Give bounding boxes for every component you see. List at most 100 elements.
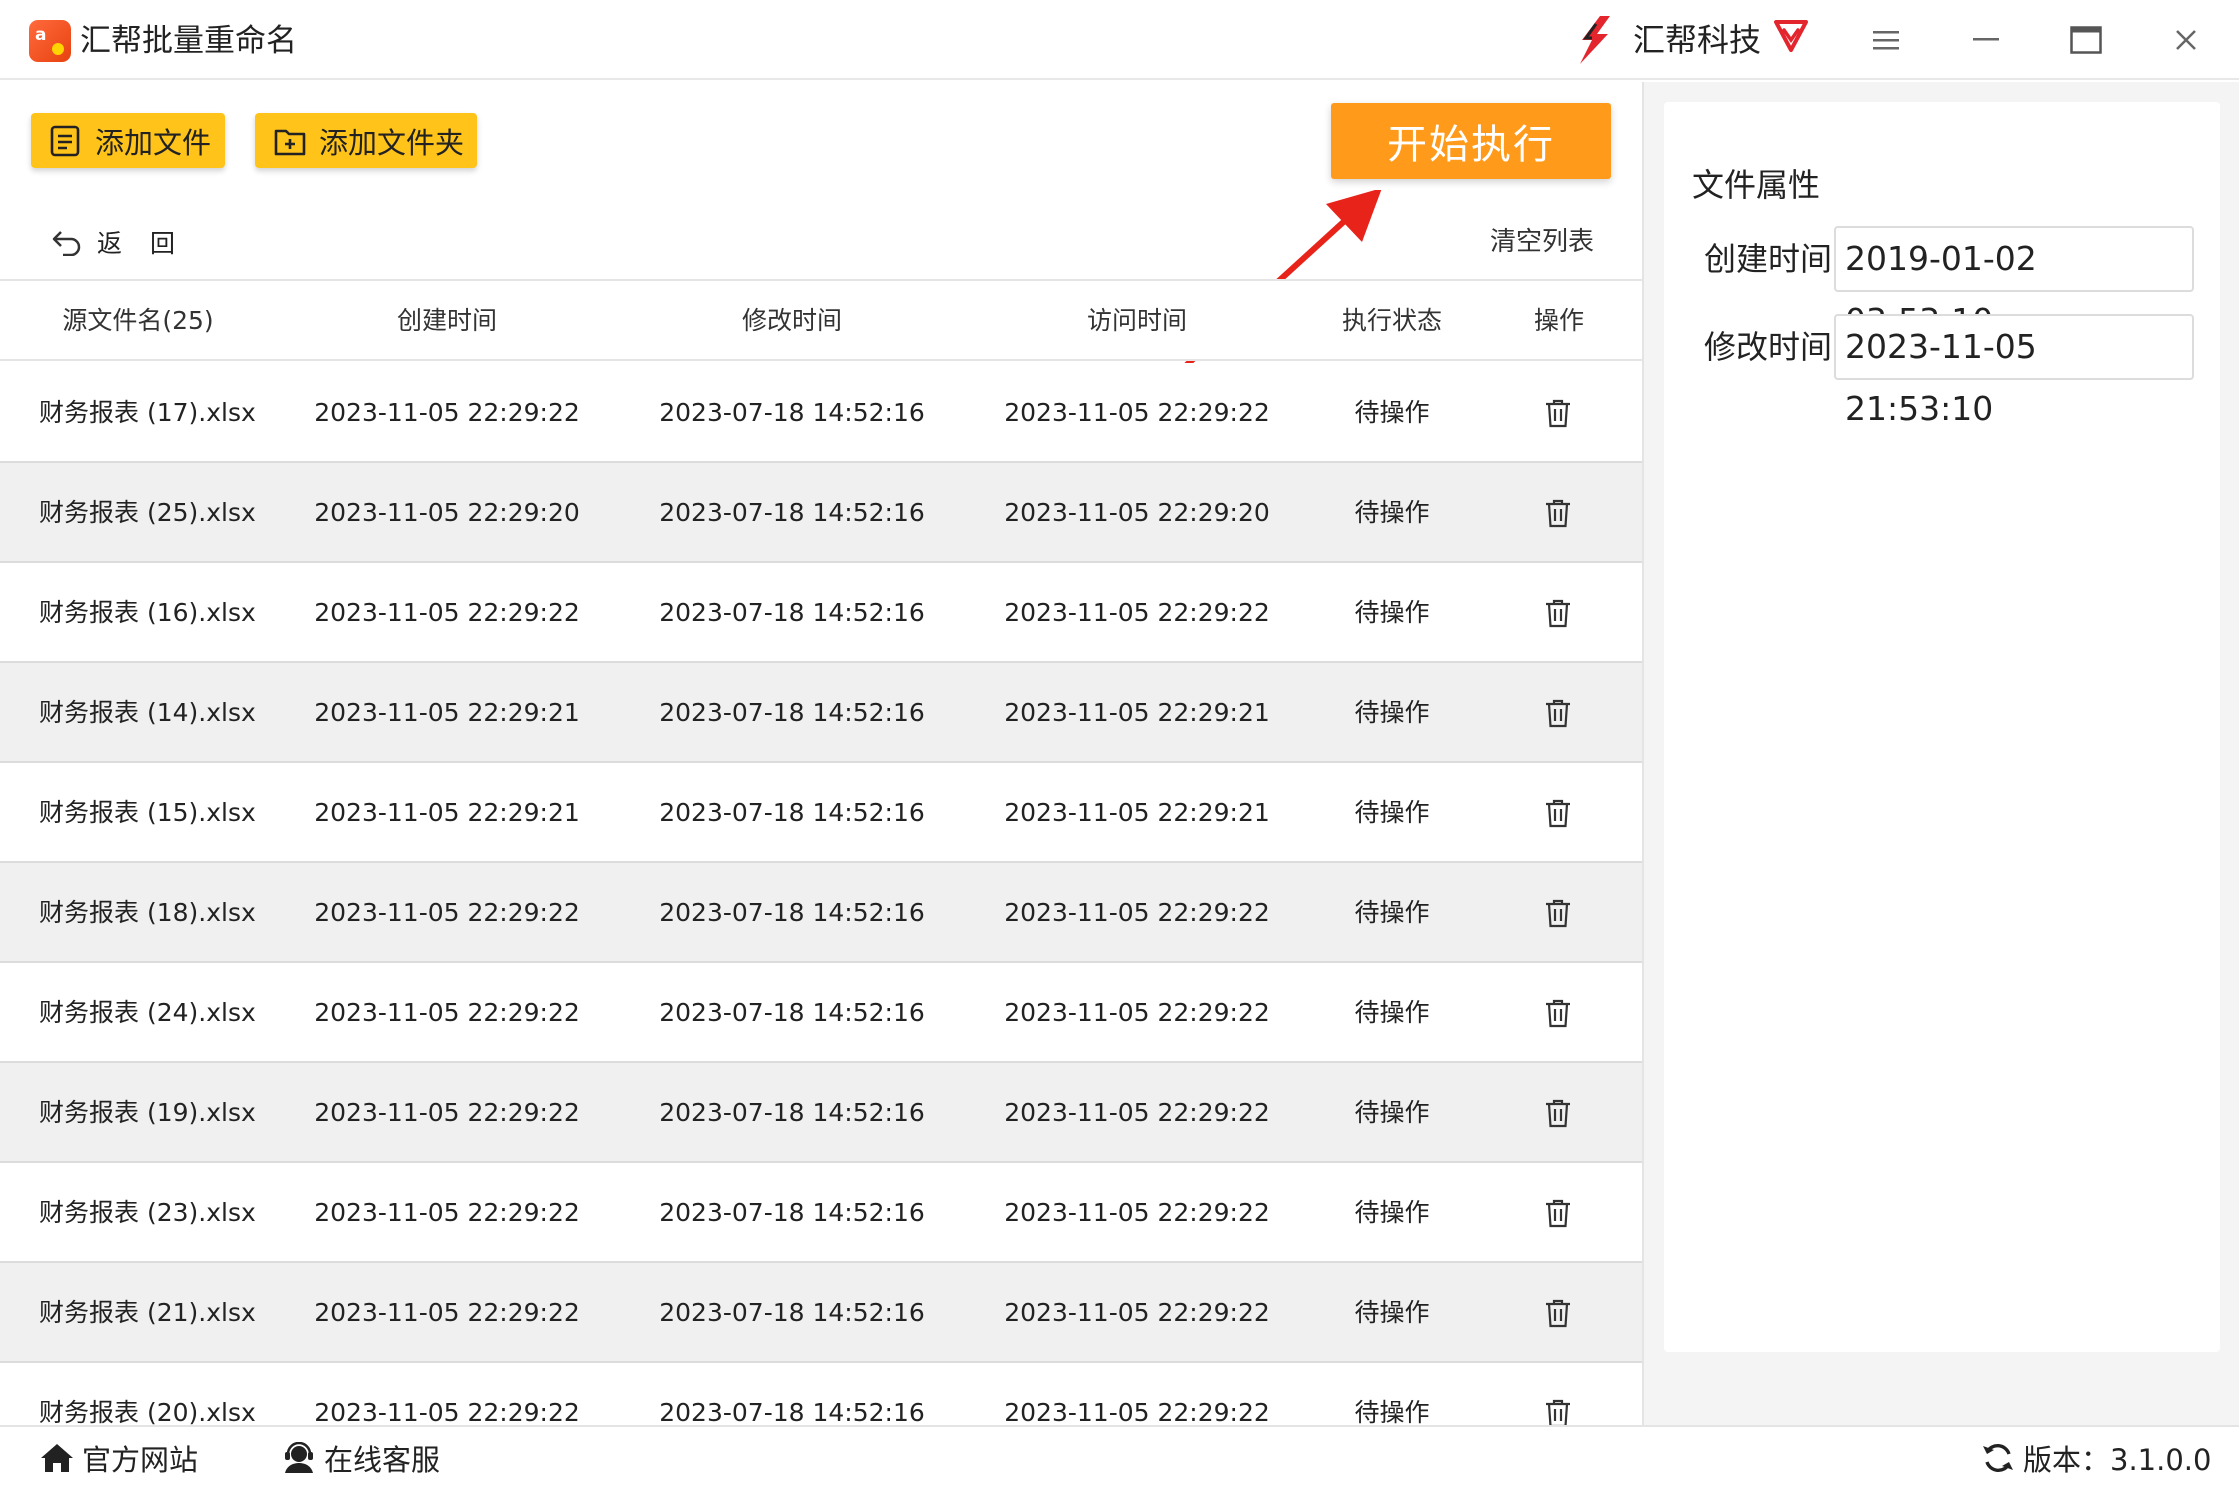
file-table: 源文件名(25) 创建时间 修改时间 访问时间 执行状态 操作 财务报表 (17… [0,279,1642,1425]
maximize-button[interactable] [2064,18,2108,62]
undo-arrow-icon [52,231,81,256]
brand-name: 汇帮科技 [1633,21,1762,59]
cell-filename: 财务报表 (21).xlsx [39,1298,256,1327]
refresh-icon [1983,1444,2013,1472]
created-time-field[interactable]: 2019-01-02 03:53:10 [1834,226,2194,340]
table-row[interactable]: 财务报表 (19).xlsx 2023-11-05 22:29:22 2023-… [0,1063,1642,1163]
trash-icon[interactable] [1544,998,1572,1028]
trash-icon[interactable] [1544,498,1572,528]
cell-status: 待操作 [1354,798,1430,827]
add-folder-label: 添加文件夹 [319,125,465,160]
add-folder-button[interactable]: 添加文件夹 [255,113,477,168]
table-row[interactable]: 财务报表 (20).xlsx 2023-11-05 22:29:22 2023-… [0,1363,1642,1425]
cell-filename: 财务报表 (17).xlsx [39,398,256,427]
cell-filename: 财务报表 (20).xlsx [39,1398,256,1425]
menu-button[interactable] [1864,18,1908,62]
online-service-label: 在线客服 [324,1443,441,1477]
cell-status: 待操作 [1354,1398,1430,1425]
cell-created: 2023-11-05 22:29:22 [314,1398,580,1425]
trash-icon[interactable] [1544,798,1572,828]
official-website-link[interactable]: 官方网站 [40,1427,198,1489]
cell-accessed: 2023-11-05 22:29:22 [1004,1398,1270,1425]
header-created[interactable]: 创建时间 [276,281,618,361]
table-row[interactable]: 财务报表 (17).xlsx 2023-11-05 22:29:22 2023-… [0,363,1642,463]
cell-status: 待操作 [1354,498,1430,527]
table-row[interactable]: 财务报表 (21).xlsx 2023-11-05 22:29:22 2023-… [0,1263,1642,1363]
table-row[interactable]: 财务报表 (18).xlsx 2023-11-05 22:29:22 2023-… [0,863,1642,963]
cell-status: 待操作 [1354,1098,1430,1127]
cell-modified: 2023-07-18 14:52:16 [659,598,925,627]
table-row[interactable]: 财务报表 (24).xlsx 2023-11-05 22:29:22 2023-… [0,963,1642,1063]
cell-accessed: 2023-11-05 22:29:22 [1004,998,1270,1027]
close-icon [2176,30,2196,50]
home-icon [41,1444,73,1472]
table-row[interactable]: 财务报表 (16).xlsx 2023-11-05 22:29:22 2023-… [0,563,1642,663]
cell-created: 2023-11-05 22:29:20 [314,498,580,527]
customer-service-icon [285,1442,313,1473]
header-modified[interactable]: 修改时间 [618,281,966,361]
cell-accessed: 2023-11-05 22:29:22 [1004,1198,1270,1227]
add-folder-icon [274,129,306,155]
cell-filename: 财务报表 (18).xlsx [39,898,256,927]
properties-panel: 文件属性 创建时间 2019-01-02 03:53:10 修改时间 2023-… [1642,82,2239,1425]
close-button[interactable] [2164,18,2208,62]
cell-status: 待操作 [1354,698,1430,727]
cell-created: 2023-11-05 22:29:22 [314,598,580,627]
table-row[interactable]: 财务报表 (25).xlsx 2023-11-05 22:29:20 2023-… [0,463,1642,563]
table-row[interactable]: 财务报表 (14).xlsx 2023-11-05 22:29:21 2023-… [0,663,1642,763]
minimize-icon [1973,38,1999,41]
maximize-icon [2070,26,2102,54]
table-row[interactable]: 财务报表 (15).xlsx 2023-11-05 22:29:21 2023-… [0,763,1642,863]
cell-filename: 财务报表 (25).xlsx [39,498,256,527]
start-button-label: 开始执行 [1387,122,1555,168]
cell-accessed: 2023-11-05 22:29:22 [1004,1098,1270,1127]
cell-modified: 2023-07-18 14:52:16 [659,798,925,827]
cell-accessed: 2023-11-05 22:29:22 [1004,898,1270,927]
minimize-button[interactable] [1964,18,2008,62]
trash-icon[interactable] [1544,698,1572,728]
status-bar: 官方网站 在线客服 版本：3.1.0.0 [0,1425,2239,1489]
cell-filename: 财务报表 (14).xlsx [39,698,256,727]
cell-modified: 2023-07-18 14:52:16 [659,1398,925,1425]
cell-accessed: 2023-11-05 22:29:21 [1004,798,1270,827]
app-title: 汇帮批量重命名 [80,23,297,59]
header-accessed[interactable]: 访问时间 [966,281,1308,361]
trash-icon[interactable] [1544,1398,1572,1425]
cell-created: 2023-11-05 22:29:21 [314,698,580,727]
vip-diamond-icon[interactable] [1772,18,1810,54]
cell-status: 待操作 [1354,998,1430,1027]
trash-icon[interactable] [1544,898,1572,928]
online-service-link[interactable]: 在线客服 [282,1427,440,1489]
cell-modified: 2023-07-18 14:52:16 [659,698,925,727]
trash-icon[interactable] [1544,1298,1572,1328]
table-body: 财务报表 (17).xlsx 2023-11-05 22:29:22 2023-… [0,363,1642,1425]
header-status: 执行状态 [1341,306,1442,335]
back-button[interactable]: 返回 [51,222,203,262]
cell-accessed: 2023-11-05 22:29:22 [1004,598,1270,627]
add-file-button[interactable]: 添加文件 [31,113,225,168]
cell-created: 2023-11-05 22:29:22 [314,1098,580,1127]
cell-filename: 财务报表 (24).xlsx [39,998,256,1027]
version-info[interactable]: 版本：3.1.0.0 [1981,1427,2211,1489]
properties-title: 文件属性 [1692,166,1821,204]
header-filename[interactable]: 源文件名(25) [0,281,276,361]
trash-icon[interactable] [1544,1098,1572,1128]
trash-icon[interactable] [1544,598,1572,628]
table-row[interactable]: 财务报表 (23).xlsx 2023-11-05 22:29:22 2023-… [0,1163,1642,1263]
start-button[interactable]: 开始执行 [1331,103,1611,179]
cell-status: 待操作 [1354,1298,1430,1327]
modified-time-field[interactable]: 2023-11-05 21:53:10 [1834,314,2194,428]
cell-modified: 2023-07-18 14:52:16 [659,398,925,427]
table-header: 源文件名(25) 创建时间 修改时间 访问时间 执行状态 操作 [0,281,1642,361]
cell-accessed: 2023-11-05 22:29:22 [1004,398,1270,427]
modified-time-label: 修改时间 [1704,328,1833,366]
header-action: 操作 [1533,306,1584,335]
trash-icon[interactable] [1544,398,1572,428]
cell-created: 2023-11-05 22:29:22 [314,898,580,927]
cell-filename: 财务报表 (23).xlsx [39,1198,256,1227]
created-time-label: 创建时间 [1704,240,1833,278]
trash-icon[interactable] [1544,1198,1572,1228]
version-label: 版本：3.1.0.0 [2023,1443,2212,1477]
clear-list-button[interactable]: 清空列表 [1490,222,1594,262]
cell-created: 2023-11-05 22:29:21 [314,798,580,827]
